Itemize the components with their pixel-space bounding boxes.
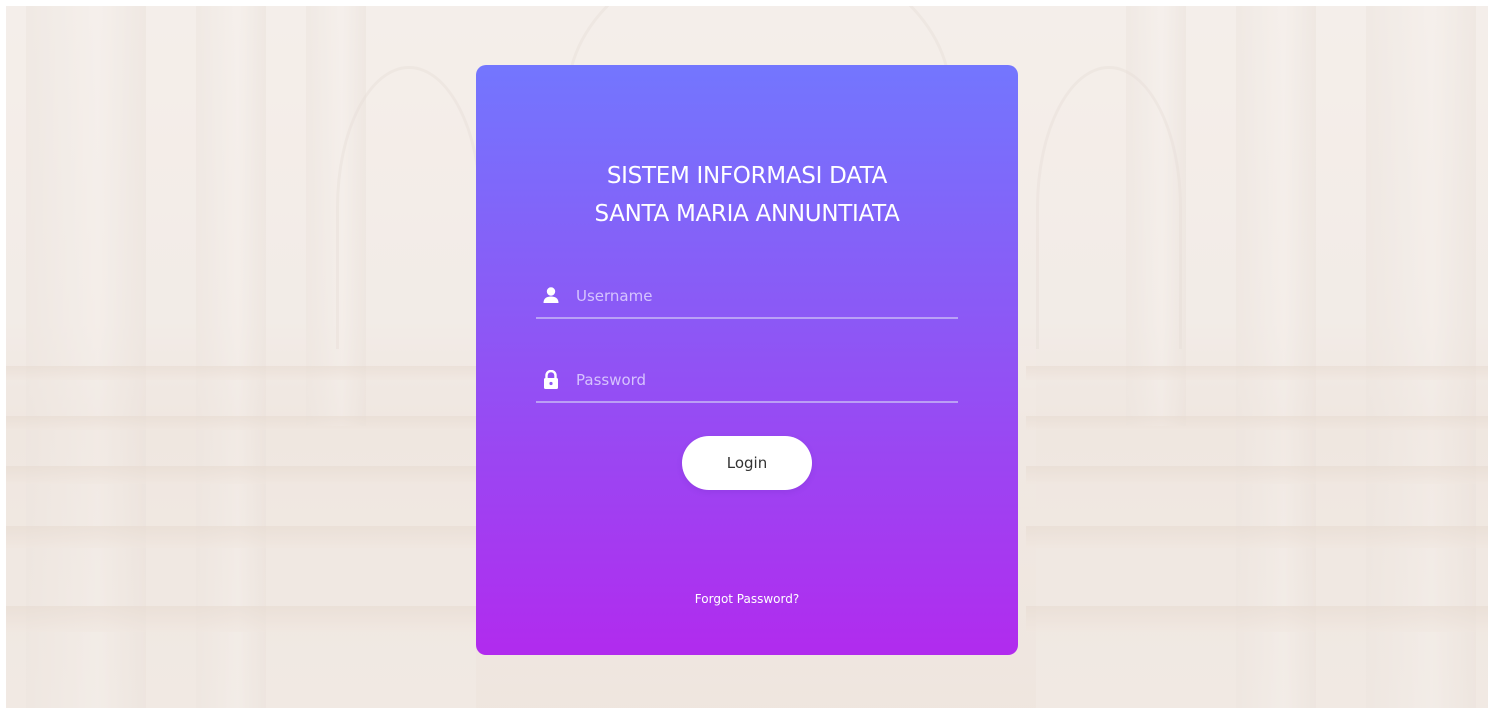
app-title: SISTEM INFORMASI DATA SANTA MARIA ANNUNT… <box>476 157 1018 233</box>
forgot-password-link[interactable]: Forgot Password? <box>476 592 1018 606</box>
username-field <box>536 277 958 319</box>
app-title-line-2: SANTA MARIA ANNUNTIATA <box>594 201 900 227</box>
login-page: SISTEM INFORMASI DATA SANTA MARIA ANNUNT… <box>0 0 1498 708</box>
username-input[interactable] <box>576 281 946 311</box>
password-field <box>536 361 958 403</box>
login-button[interactable]: Login <box>682 436 812 490</box>
login-card: SISTEM INFORMASI DATA SANTA MARIA ANNUNT… <box>476 65 1018 655</box>
app-title-line-1: SISTEM INFORMASI DATA <box>606 163 888 189</box>
lock-icon <box>544 370 558 389</box>
password-input[interactable] <box>576 365 946 395</box>
user-icon <box>543 287 559 303</box>
